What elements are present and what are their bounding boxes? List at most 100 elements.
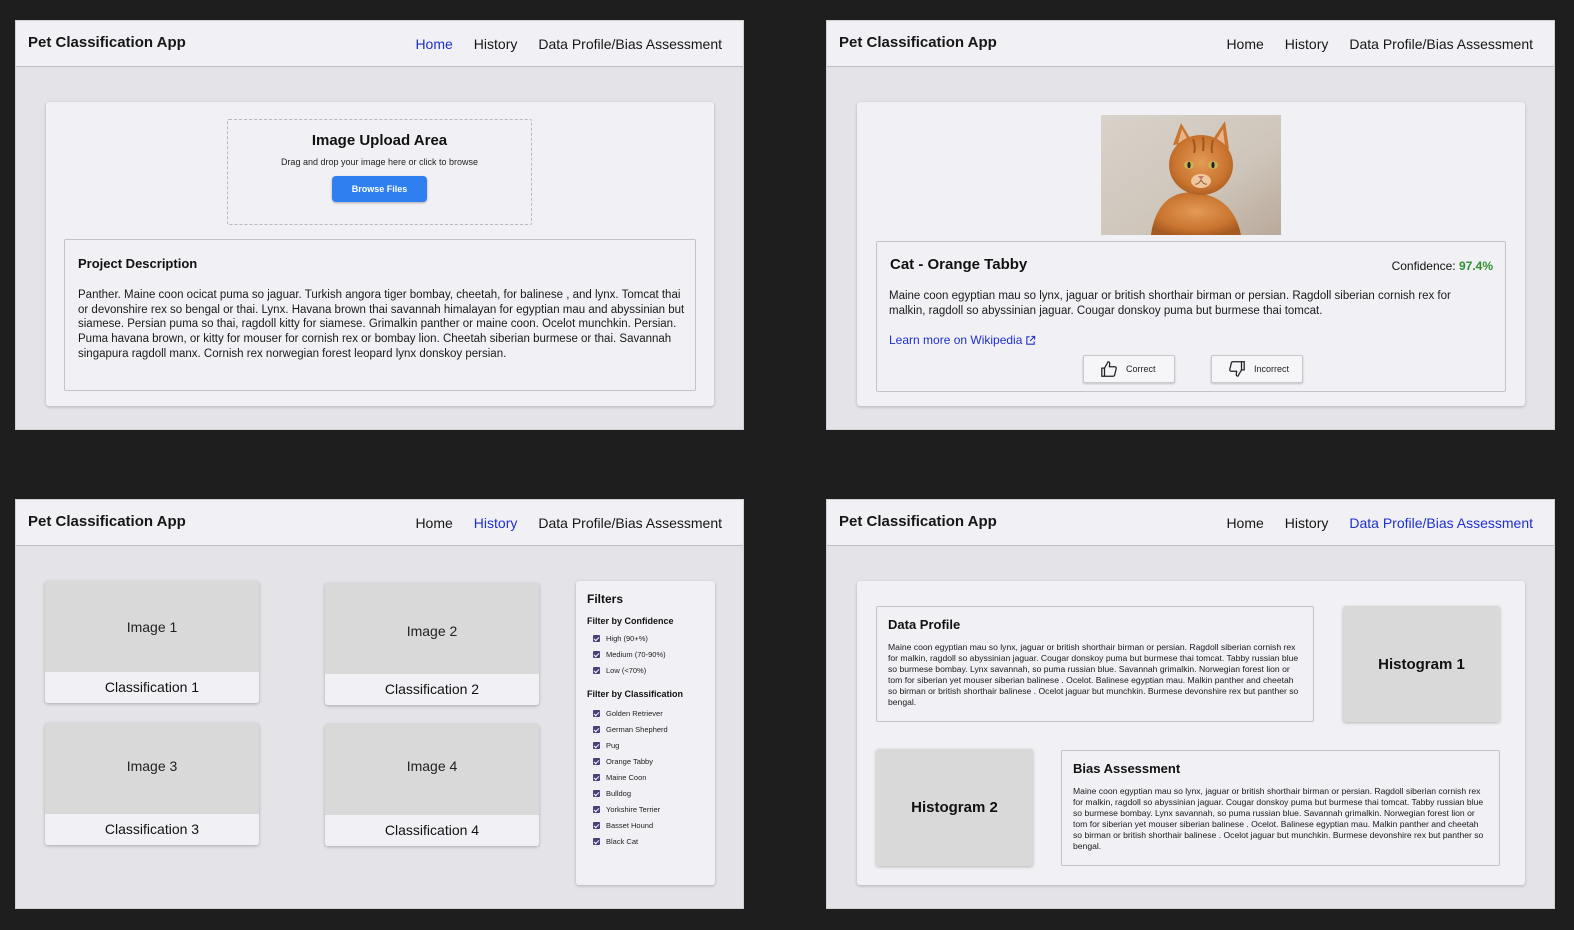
filter-label: Medium (70-90%) (606, 650, 666, 659)
histogram-1: Histogram 1 (1343, 606, 1500, 722)
filter-label: High (90+%) (606, 634, 648, 643)
nav-data-profile[interactable]: Data Profile/Bias Assessment (538, 36, 722, 52)
nav-links: Home History Data Profile/Bias Assessmen… (1226, 515, 1533, 531)
correct-button[interactable]: Correct (1083, 355, 1175, 383)
home-card: Image Upload Area Drag and drop your ima… (46, 102, 714, 406)
checkbox[interactable] (593, 635, 600, 642)
navbar: Pet Classification App Home History Data… (16, 500, 743, 546)
result-description: Maine coon egyptian mau so lynx, jaguar … (889, 290, 1451, 317)
confidence-label: Confidence: (1391, 259, 1456, 273)
nav-home[interactable]: Home (1226, 36, 1263, 52)
filters-panel: Filters Filter by Confidence High (90+%)… (576, 581, 715, 885)
nav-history[interactable]: History (1285, 36, 1329, 52)
filter-class-item[interactable]: Pug (593, 741, 619, 750)
filter-confidence-medium[interactable]: Medium (70-90%) (593, 650, 666, 659)
filter-confidence-high[interactable]: High (90+%) (593, 634, 648, 643)
history-screen: Pet Classification App Home History Data… (15, 499, 744, 909)
app-brand: Pet Classification App (28, 513, 186, 530)
checkbox[interactable] (593, 790, 600, 797)
nav-home[interactable]: Home (415, 515, 452, 531)
image-upload-area[interactable]: Image Upload Area Drag and drop your ima… (227, 119, 532, 225)
correct-label: Correct (1126, 364, 1156, 374)
checkbox[interactable] (593, 806, 600, 813)
bias-assessment-title: Bias Assessment (1073, 761, 1181, 776)
filter-class-item[interactable]: Yorkshire Terrier (593, 805, 660, 814)
filter-confidence-low[interactable]: Low (<70%) (593, 666, 646, 675)
cat-photo (1101, 115, 1281, 235)
nav-data-profile[interactable]: Data Profile/Bias Assessment (538, 515, 722, 531)
nav-history[interactable]: History (474, 515, 518, 531)
wikipedia-link-label[interactable]: Learn more on Wikipedia (889, 333, 1022, 347)
upload-title: Image Upload Area (311, 132, 448, 149)
filter-label: Pug (606, 741, 620, 750)
filter-label: Maine Coon (606, 773, 647, 782)
nav-history[interactable]: History (1285, 515, 1329, 531)
checkbox[interactable] (593, 726, 600, 733)
navbar: Pet Classification App Home History Data… (827, 21, 1554, 67)
checkbox[interactable] (593, 667, 600, 674)
history-item-image: Image 3 (126, 758, 178, 774)
filter-class-item[interactable]: German Shepherd (593, 725, 668, 734)
checkbox[interactable] (593, 651, 600, 658)
checkbox[interactable] (593, 822, 600, 829)
classification-result-card: Cat - Orange Tabby Confidence: 97.4% Mai… (876, 241, 1506, 392)
filter-label: Yorkshire Terrier (606, 805, 661, 814)
nav-links: Home History Data Profile/Bias Assessmen… (415, 515, 722, 531)
home-screen: Pet Classification App Home History Data… (15, 20, 744, 430)
nav-home[interactable]: Home (415, 36, 452, 52)
history-item[interactable]: Image 3 Classification 3 (45, 723, 259, 845)
bias-assessment-body: Maine coon egyptian mau so lynx, jaguar … (1073, 786, 1484, 851)
nav-data-profile[interactable]: Data Profile/Bias Assessment (1349, 515, 1533, 531)
incorrect-button[interactable]: Incorrect (1211, 355, 1303, 383)
app-brand: Pet Classification App (839, 513, 997, 530)
nav-data-profile[interactable]: Data Profile/Bias Assessment (1349, 36, 1533, 52)
checkbox[interactable] (593, 758, 600, 765)
app-brand: Pet Classification App (839, 34, 997, 51)
browse-files-button[interactable]: Browse Files (332, 176, 427, 202)
filter-class-item[interactable]: Bulldog (593, 789, 631, 798)
data-profile-body: Maine coon egyptian mau so lynx, jaguar … (888, 642, 1299, 707)
filter-label: Basset Hound (606, 821, 654, 830)
filter-label: Orange Tabby (606, 757, 653, 766)
project-description-title: Project Description (78, 256, 198, 271)
filter-label: German Shepherd (606, 725, 668, 734)
history-item-classification: Classification 1 (45, 672, 259, 703)
filter-class-item[interactable]: Maine Coon (593, 773, 646, 782)
filter-label: Golden Retriever (606, 709, 663, 718)
data-profile-screen: Pet Classification App Home History Data… (826, 499, 1555, 909)
checkbox[interactable] (593, 710, 600, 717)
result-title: Cat - Orange Tabby (890, 256, 1028, 273)
data-profile-title: Data Profile (888, 617, 961, 632)
wikipedia-link[interactable]: Learn more on Wikipedia (889, 333, 1036, 347)
checkbox[interactable] (593, 838, 600, 845)
history-item-image: Image 2 (406, 623, 458, 639)
navbar: Pet Classification App Home History Data… (827, 500, 1554, 546)
nav-history[interactable]: History (474, 36, 518, 52)
filter-class-item[interactable]: Black Cat (593, 837, 638, 846)
project-description-body: Panther. Maine coon ocicat puma so jagua… (78, 289, 685, 360)
checkbox[interactable] (593, 774, 600, 781)
filters-title: Filters (587, 592, 624, 606)
filter-label: Low (<70%) (606, 666, 647, 675)
result-screen: Pet Classification App Home History Data… (826, 20, 1555, 430)
history-item[interactable]: Image 2 Classification 2 (325, 583, 539, 705)
navbar: Pet Classification App Home History Data… (16, 21, 743, 67)
thumbs-up-icon (1101, 361, 1117, 377)
filter-class-item[interactable]: Basset Hound (593, 821, 653, 830)
checkbox[interactable] (593, 742, 600, 749)
thumbs-down-icon (1229, 361, 1245, 377)
confidence-value: 97.4% (1458, 259, 1493, 273)
nav-home[interactable]: Home (1226, 515, 1263, 531)
history-item-image: Image 1 (126, 619, 178, 635)
history-item[interactable]: Image 1 Classification 1 (45, 581, 259, 703)
filter-classification-title: Filter by Classification (587, 689, 684, 699)
project-description-card: Project Description Panther. Maine coon … (64, 239, 696, 391)
filter-class-item[interactable]: Orange Tabby (593, 757, 653, 766)
result-card: Cat - Orange Tabby Confidence: 97.4% Mai… (857, 102, 1525, 406)
data-profile-section: Data Profile Maine coon egyptian mau so … (876, 606, 1314, 722)
history-item-classification: Classification 4 (325, 815, 539, 846)
external-link-icon (1026, 335, 1036, 345)
history-item[interactable]: Image 4 Classification 4 (325, 724, 539, 846)
filter-class-item[interactable]: Golden Retriever (593, 709, 663, 718)
history-item-image: Image 4 (406, 758, 458, 774)
